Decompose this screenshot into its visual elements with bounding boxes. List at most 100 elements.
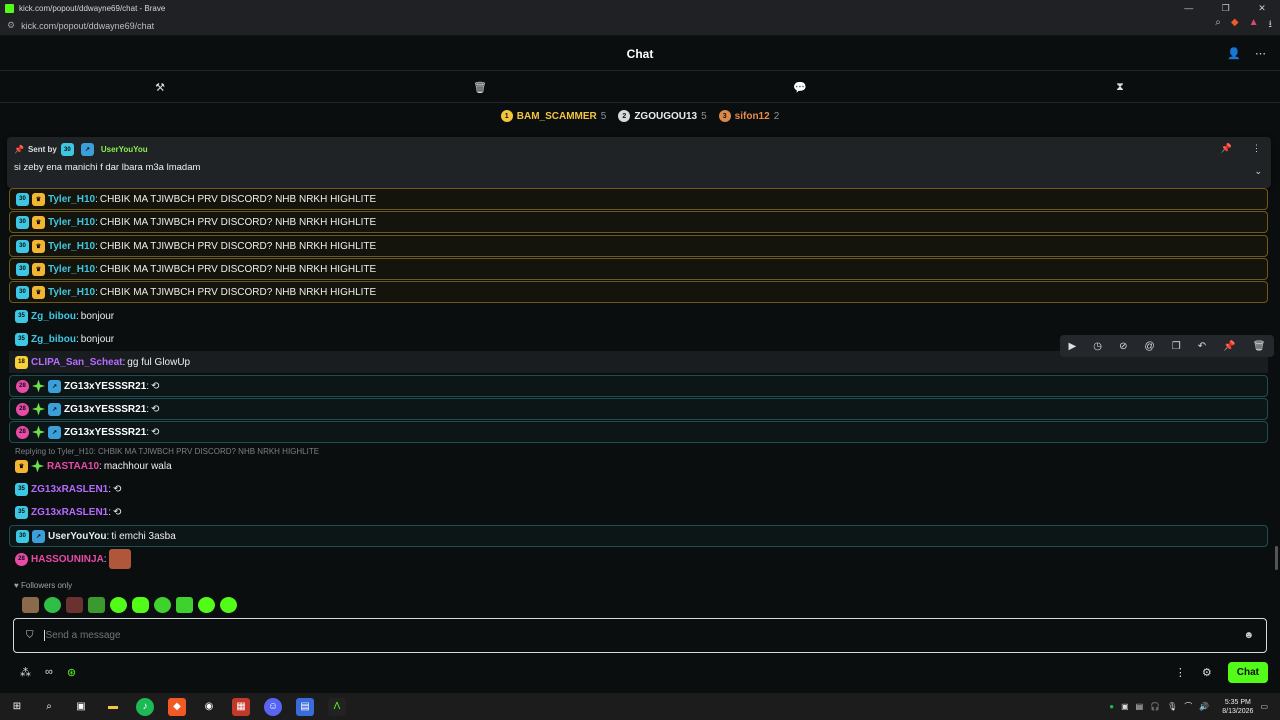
chat-username[interactable]: Tyler_H10	[48, 194, 95, 205]
wifi-icon[interactable]: ⌒	[1184, 701, 1192, 712]
emote[interactable]	[108, 549, 131, 569]
send-chat-button[interactable]: Chat	[1227, 661, 1268, 683]
chat-scrollbar[interactable]	[1275, 128, 1278, 570]
emote[interactable]	[132, 597, 149, 613]
reply-icon[interactable]: ↶	[1198, 341, 1206, 352]
chat-username[interactable]: Zg_bibou	[31, 334, 76, 345]
kick-app-icon[interactable]: Λ	[328, 697, 346, 716]
tray-icon[interactable]: ▣	[1121, 702, 1129, 711]
windows-start-icon[interactable]: ⊞	[8, 698, 26, 716]
leader-1[interactable]: 1 BAM_SCAMMER 5	[500, 110, 606, 122]
spotify-tray-icon[interactable]: ●	[1109, 702, 1114, 711]
emote[interactable]	[44, 597, 61, 613]
reply-context[interactable]: Replying to Tyler_H10: CHBIK MA TJIWBCH …	[15, 447, 319, 456]
chat-username[interactable]: Zg_bibou	[31, 311, 76, 322]
leader-3[interactable]: 3 sifon12 2	[718, 110, 779, 122]
download-icon[interactable]: ⭳	[1269, 17, 1273, 34]
delete-icon[interactable]: 🗑	[1253, 341, 1266, 352]
chat-username[interactable]: ZG13xRASLEN1	[31, 484, 108, 495]
chat-username[interactable]: ZG13xRASLEN1	[31, 507, 108, 518]
chat-message[interactable]: 35 Zg_bibou: bonjour	[9, 305, 1268, 327]
kick-logo-icon[interactable]: ⊛	[67, 666, 76, 679]
chat-message[interactable]: 28 HASSOUNINJA:	[9, 548, 1268, 570]
kick-points-icon[interactable]: ⁂	[20, 666, 31, 679]
chat-username[interactable]: CLIPA_San_Scheat	[31, 357, 123, 368]
minimize-icon[interactable]: —	[1184, 3, 1193, 14]
zoom-icon[interactable]: ⌕	[1215, 17, 1221, 34]
emote[interactable]	[22, 597, 39, 613]
rewards-icon[interactable]: ▲	[1249, 17, 1259, 34]
site-settings-icon[interactable]: ⚙	[7, 20, 15, 31]
store-icon[interactable]: ▣	[72, 698, 90, 716]
chat-message[interactable]: 30 ♛ Tyler_H10: CHBIK MA TJIWBCH PRV DISCO…	[9, 188, 1268, 210]
message-input[interactable]	[43, 630, 1244, 641]
chat-message[interactable]: 30 ♛ Tyler_H10: CHBIK MA TJIWBCH PRV DISCO…	[9, 258, 1268, 280]
unpin-icon[interactable]: 📌	[1221, 143, 1232, 154]
pin-message-icon[interactable]: 📌	[1223, 341, 1235, 352]
chat-message[interactable]: ♛ RASTAA10: machhour wala	[9, 455, 1268, 477]
chat-message[interactable]: 30 ↗ UserYouYou: ti emchi 3asba	[9, 525, 1268, 547]
shield-icon[interactable]: ⛉	[26, 630, 34, 641]
notification-icon[interactable]: ▭	[1260, 702, 1268, 711]
spotify-icon[interactable]: ♪	[136, 697, 154, 716]
more-options-icon[interactable]: ⋯	[1255, 47, 1266, 60]
pinned-sender[interactable]: UserYouYou	[101, 145, 148, 154]
emote[interactable]	[176, 597, 193, 613]
chat-username[interactable]: Tyler_H10	[48, 264, 95, 275]
emote[interactable]	[66, 597, 83, 613]
taskbar-clock[interactable]: 5:35 PM 8/13/2026	[1222, 698, 1253, 716]
clear-chat-trash-icon[interactable]: 🗑	[320, 81, 640, 94]
headset-icon[interactable]: 🎧	[1150, 702, 1160, 711]
chat-input-box[interactable]: ⛉ ☻	[13, 618, 1267, 653]
microphone-icon[interactable]: 🎙	[1167, 702, 1177, 711]
pin-more-icon[interactable]: ⋮	[1252, 143, 1261, 154]
chat-username[interactable]: RASTAA10	[47, 461, 99, 472]
brave-shield-icon[interactable]: ◆	[1231, 17, 1239, 34]
app-icon[interactable]: ▤	[296, 697, 314, 716]
emote[interactable]	[110, 597, 127, 613]
search-icon[interactable]: ⌕	[40, 698, 58, 716]
close-icon[interactable]: ✕	[1258, 3, 1266, 14]
discord-icon[interactable]: ☺	[264, 697, 282, 716]
chat-username[interactable]: Tyler_H10	[48, 217, 95, 228]
play-icon[interactable]: ▶	[1069, 341, 1077, 352]
file-explorer-icon[interactable]: ▬	[104, 698, 122, 716]
mention-icon[interactable]: @	[1145, 341, 1155, 352]
chat-username[interactable]: ZG13xYESSSR21	[64, 381, 146, 392]
emote[interactable]	[154, 597, 171, 613]
chat-username[interactable]: UserYouYou	[48, 531, 107, 542]
hide-icon[interactable]: ⊘	[1119, 341, 1127, 352]
address-bar[interactable]: ⚙ kick.com/popout/ddwayne69/chat ⌕ ◆ ▲ ⭳	[0, 16, 1280, 36]
chevron-down-icon[interactable]: ⌄	[1254, 166, 1262, 177]
url-text[interactable]: kick.com/popout/ddwayne69/chat	[21, 21, 1215, 31]
copy-icon[interactable]: ❐	[1172, 341, 1181, 352]
voicemeeter-icon[interactable]: ▦	[232, 697, 250, 716]
infinity-icon[interactable]: ∞	[45, 666, 53, 678]
slow-mode-hourglass-icon[interactable]: ⧗	[960, 81, 1280, 94]
ban-hammer-icon[interactable]: ⚒	[0, 81, 320, 94]
chat-message[interactable]: 28 ↗ ZG13xYESSSR21: ⟲	[9, 398, 1268, 420]
pinned-message[interactable]: 📌 Sent by 30 ↗ UserYouYou si zeby ena ma…	[7, 137, 1271, 188]
more-vertical-icon[interactable]: ⋮	[1175, 666, 1186, 679]
emoji-picker-icon[interactable]: ☻	[1243, 630, 1254, 641]
chat-username[interactable]: Tyler_H10	[48, 287, 95, 298]
brave-icon[interactable]: ◆	[168, 697, 186, 716]
leader-2[interactable]: 2 ZGOUGOU13 5	[618, 110, 707, 122]
tray-icon[interactable]: ▤	[1136, 702, 1144, 711]
chat-username[interactable]: Tyler_H10	[48, 241, 95, 252]
obs-icon[interactable]: ◉	[200, 698, 218, 716]
chat-message[interactable]: 30 ♛ Tyler_H10: CHBIK MA TJIWBCH PRV DISCO…	[9, 211, 1268, 233]
chat-message[interactable]: 35 ZG13xRASLEN1: ⟲	[9, 478, 1268, 500]
chat-message[interactable]: 35 ZG13xRASLEN1: ⟲	[9, 501, 1268, 523]
volume-icon[interactable]: 🔊	[1199, 702, 1209, 711]
restore-icon[interactable]: ❐	[1222, 3, 1230, 14]
timeout-clock-icon[interactable]: ◷	[1093, 341, 1102, 352]
chat-message[interactable]: 30 ♛ Tyler_H10: CHBIK MA TJIWBCH PRV DISCO…	[9, 281, 1268, 303]
chat-username[interactable]: HASSOUNINJA	[31, 554, 104, 565]
emote[interactable]	[198, 597, 215, 613]
emote[interactable]	[220, 597, 237, 613]
chat-username[interactable]: ZG13xYESSSR21	[64, 427, 146, 438]
chat-message[interactable]: 28 ↗ ZG13xYESSSR21: ⟲	[9, 421, 1268, 443]
chat-message[interactable]: 30 ♛ Tyler_H10: CHBIK MA TJIWBCH PRV DISCO…	[9, 235, 1268, 257]
chat-mode-icon[interactable]: 💬	[640, 81, 960, 94]
